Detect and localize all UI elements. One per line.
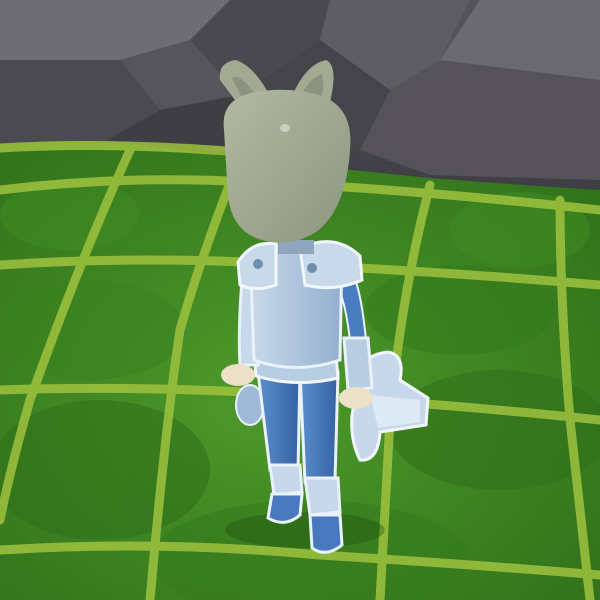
game-viewport[interactable] <box>0 0 600 600</box>
scene-canvas <box>0 0 600 600</box>
left-hand <box>221 364 255 386</box>
right-hand <box>339 387 373 409</box>
